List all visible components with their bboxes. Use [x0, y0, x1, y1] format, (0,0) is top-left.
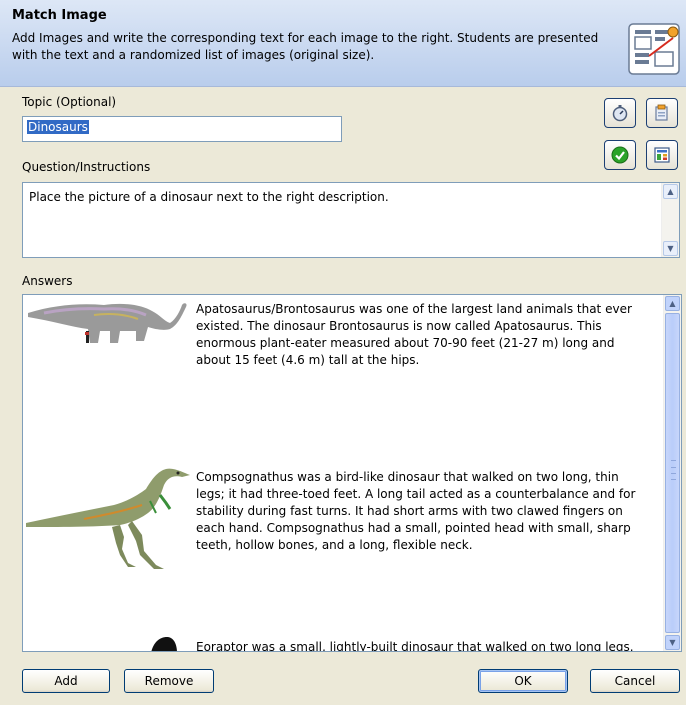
timer-button[interactable] — [604, 98, 636, 128]
checkmark-icon — [611, 146, 629, 164]
add-button[interactable]: Add — [22, 669, 110, 693]
clipboard-button[interactable] — [646, 98, 678, 128]
answer-text[interactable]: Apatosaurus/Brontosaurus was one of the … — [196, 301, 651, 369]
match-image-icon — [627, 22, 681, 76]
layout-button[interactable] — [646, 140, 678, 170]
answer-text[interactable]: Compsognathus was a bird-like dinosaur t… — [196, 469, 651, 554]
topic-value: Dinosaurs — [27, 120, 89, 134]
answer-text[interactable]: Eoraptor was a small, lightly-built dino… — [196, 639, 651, 651]
scrollbar-thumb[interactable] — [665, 313, 680, 633]
answers-list[interactable]: Apatosaurus/Brontosaurus was one of the … — [22, 294, 682, 652]
topic-input[interactable]: Dinosaurs — [22, 116, 342, 142]
answers-scrollbar[interactable]: ▲ ▼ — [663, 295, 681, 651]
topic-label: Topic (Optional) — [22, 95, 117, 109]
thumb-grip — [671, 479, 676, 481]
scroll-up-arrow-icon[interactable]: ▲ — [665, 296, 680, 311]
thumb-grip — [671, 460, 676, 462]
thumb-grip — [671, 466, 676, 468]
question-textarea[interactable]: Place the picture of a dinosaur next to … — [22, 182, 680, 258]
compsognathus-image[interactable] — [24, 465, 194, 577]
thumb-grip — [671, 473, 676, 474]
question-text: Place the picture of a dinosaur next to … — [29, 190, 389, 204]
dialog-header: Match Image Add Images and write the cor… — [0, 0, 686, 87]
clipboard-icon — [655, 104, 668, 121]
question-scrollbar[interactable]: ▲ ▼ — [661, 183, 679, 257]
cancel-button[interactable]: Cancel — [590, 669, 680, 693]
question-label: Question/Instructions — [22, 160, 151, 174]
scroll-down-arrow-icon[interactable]: ▼ — [665, 635, 680, 650]
dialog-description: Add Images and write the corresponding t… — [12, 31, 599, 62]
apatosaurus-image[interactable] — [24, 299, 192, 351]
dialog-title: Match Image — [12, 8, 107, 23]
layout-icon — [654, 147, 670, 163]
answers-label: Answers — [22, 274, 73, 288]
check-button[interactable] — [604, 140, 636, 170]
scroll-up-arrow-icon[interactable]: ▲ — [663, 184, 678, 199]
stopwatch-icon — [612, 105, 628, 122]
remove-button[interactable]: Remove — [124, 669, 214, 693]
eoraptor-image[interactable] — [149, 635, 179, 652]
scroll-down-arrow-icon[interactable]: ▼ — [663, 241, 678, 256]
ok-button[interactable]: OK — [478, 669, 568, 693]
